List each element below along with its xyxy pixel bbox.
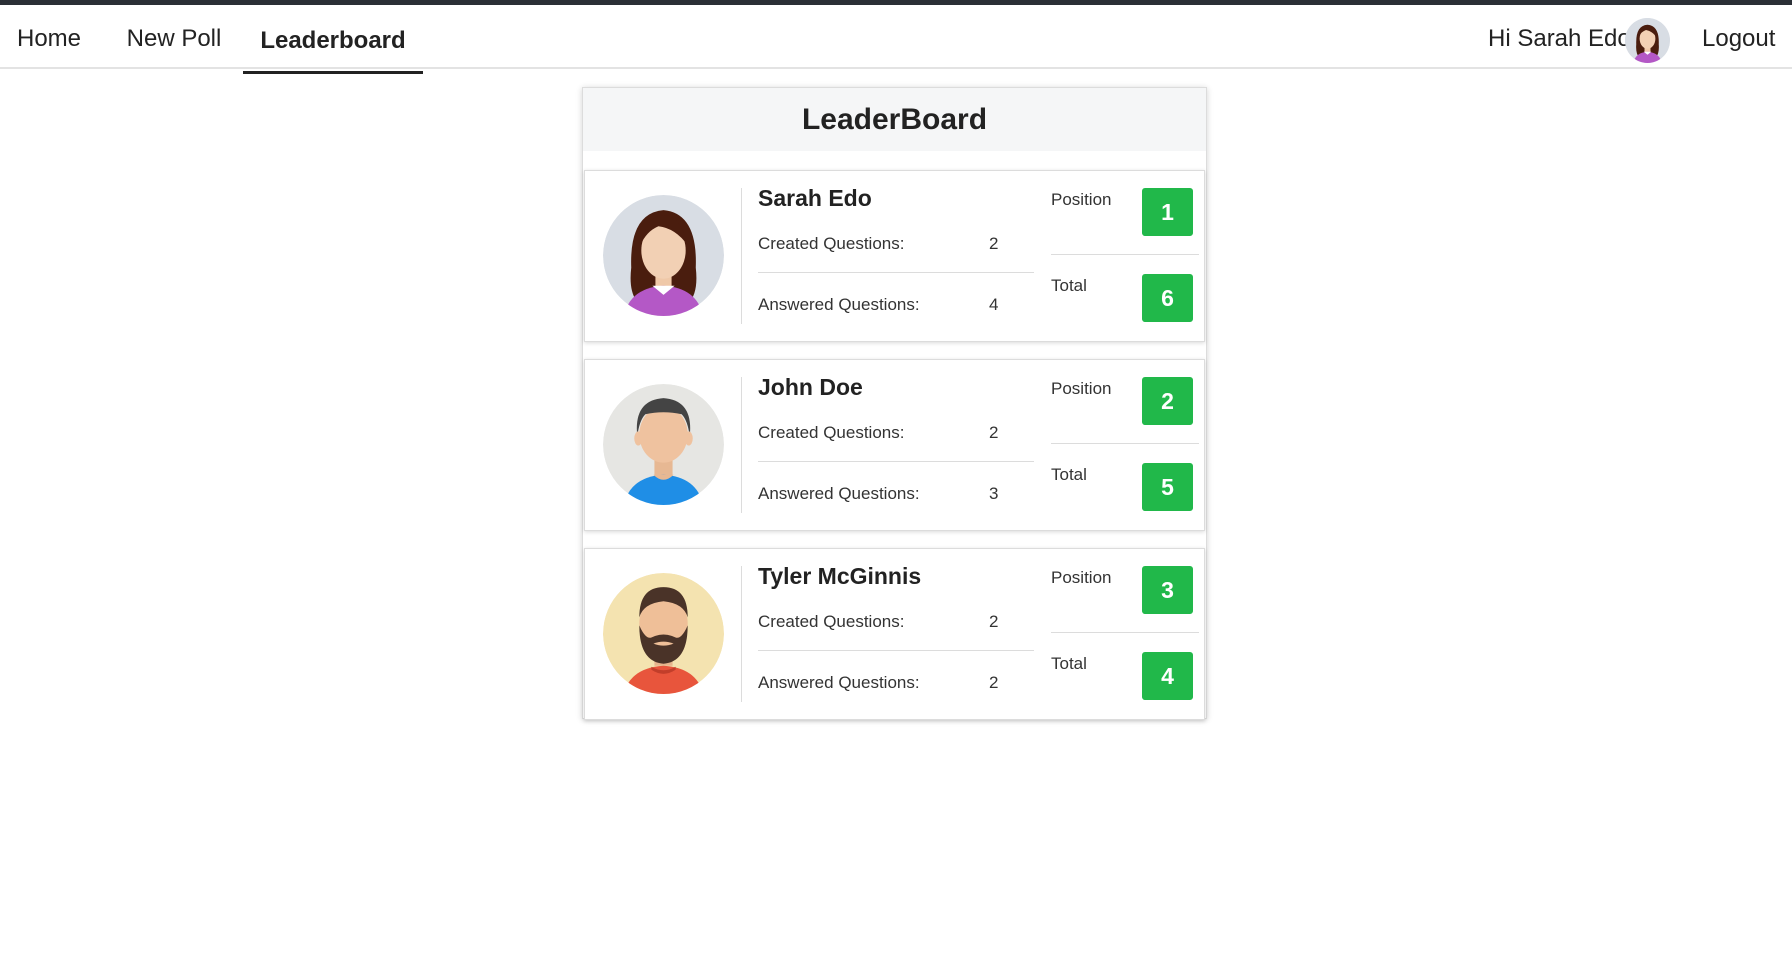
top-navbar: Home New Poll Leaderboard Hi Sarah Edo L… bbox=[0, 0, 1792, 74]
created-questions-value: 2 bbox=[989, 234, 999, 253]
answered-questions-label: Answered Questions: bbox=[758, 295, 920, 314]
man-avatar-icon bbox=[603, 384, 724, 505]
position-label: Position bbox=[1051, 568, 1112, 587]
user-avatar-icon bbox=[1625, 18, 1670, 63]
created-questions-label: Created Questions: bbox=[758, 234, 905, 253]
logout-link[interactable]: Logout bbox=[1702, 25, 1775, 53]
answered-questions-value: 2 bbox=[989, 673, 999, 692]
divider bbox=[741, 188, 742, 324]
divider bbox=[758, 461, 1034, 462]
nav-leaderboard[interactable]: Leaderboard bbox=[243, 10, 423, 74]
leaderboard-card: John Doe Created Questions: 2 Answered Q… bbox=[584, 359, 1205, 531]
answered-questions-label: Answered Questions: bbox=[758, 484, 920, 503]
total-badge: 6 bbox=[1142, 274, 1193, 322]
user-name: John Doe bbox=[758, 374, 863, 400]
position-badge: 1 bbox=[1142, 188, 1193, 236]
user-name: Tyler McGinnis bbox=[758, 563, 922, 589]
position-label: Position bbox=[1051, 190, 1112, 209]
divider bbox=[1051, 254, 1199, 255]
answered-questions-value: 3 bbox=[989, 484, 999, 503]
total-badge: 4 bbox=[1142, 652, 1193, 700]
total-badge: 5 bbox=[1142, 463, 1193, 511]
leaderboard-title: LeaderBoard bbox=[583, 88, 1206, 151]
answered-questions-label: Answered Questions: bbox=[758, 673, 920, 692]
divider bbox=[1051, 443, 1199, 444]
total-label: Total bbox=[1051, 654, 1087, 673]
position-label: Position bbox=[1051, 379, 1112, 398]
created-questions-label: Created Questions: bbox=[758, 612, 905, 631]
created-questions-value: 2 bbox=[989, 612, 999, 631]
nav-new-poll[interactable]: New Poll bbox=[110, 10, 238, 67]
leaderboard-card: Sarah Edo Created Questions: 2 Answered … bbox=[584, 170, 1205, 342]
answered-questions-value: 4 bbox=[989, 295, 999, 314]
position-badge: 3 bbox=[1142, 566, 1193, 614]
divider bbox=[1051, 632, 1199, 633]
total-label: Total bbox=[1051, 276, 1087, 295]
woman-avatar-icon bbox=[603, 195, 724, 316]
divider bbox=[758, 650, 1034, 651]
divider bbox=[758, 272, 1034, 273]
user-greeting: Hi Sarah Edo bbox=[1488, 25, 1631, 52]
bearded-man-avatar-icon bbox=[603, 573, 724, 694]
created-questions-value: 2 bbox=[989, 423, 999, 442]
nav-home[interactable]: Home bbox=[0, 10, 98, 67]
leaderboard-card: Tyler McGinnis Created Questions: 2 Answ… bbox=[584, 548, 1205, 720]
total-label: Total bbox=[1051, 465, 1087, 484]
created-questions-label: Created Questions: bbox=[758, 423, 905, 442]
divider bbox=[741, 377, 742, 513]
user-name: Sarah Edo bbox=[758, 185, 872, 211]
leaderboard-panel: LeaderBoard Sarah Edo Created Questions:… bbox=[582, 87, 1207, 720]
position-badge: 2 bbox=[1142, 377, 1193, 425]
divider bbox=[741, 566, 742, 702]
